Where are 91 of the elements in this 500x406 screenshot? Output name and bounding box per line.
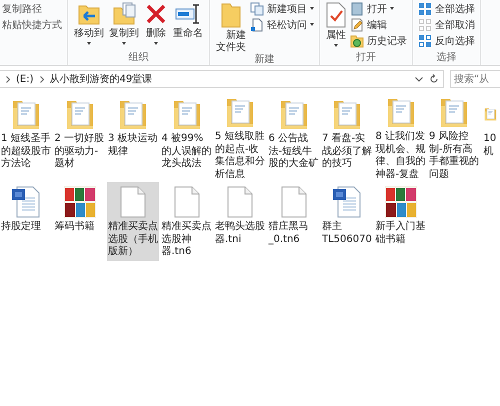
folder-icon — [221, 2, 241, 28]
ribbon-button[interactable]: 重命名 — [172, 0, 204, 40]
file-name: 5 短线取胜的起点-收集信息和分析信息 — [215, 131, 265, 178]
file-name: 7 看盘-实战必须了解的技巧 — [322, 133, 372, 170]
file-item[interactable]: 5 短线取胜的起点-收集信息和分析信息 — [214, 94, 266, 178]
ribbon-button[interactable]: 反向选择 — [418, 33, 475, 48]
book-covers-thumbnail — [64, 186, 96, 218]
word-document-icon — [332, 186, 362, 218]
file-item[interactable]: 精准买卖点选股神器.tn6 — [160, 182, 212, 260]
select-none-icon — [418, 18, 432, 32]
ribbon-button[interactable]: 打开 — [350, 1, 407, 16]
document-icon — [350, 2, 364, 16]
book-covers-thumbnail — [384, 186, 416, 218]
search-field[interactable]: 搜索“从 — [450, 70, 500, 88]
file-item[interactable]: 2 一切好股的驱动力-题材 — [54, 94, 106, 178]
file-item[interactable]: 猎庄黑马_0.tn6 — [268, 182, 320, 260]
file-item[interactable]: 7 看盘-实战必须了解的技巧 — [321, 94, 373, 178]
file-item[interactable]: 8 让我们发现机会、规律、自我的神器-复盘 — [374, 94, 426, 178]
file-name: 老鸭头选股器.tni — [215, 221, 265, 246]
pencil-icon — [350, 18, 364, 32]
file-item[interactable]: 3 板块运动规律 — [107, 94, 159, 178]
file-name: 持股定理 — [1, 221, 42, 234]
group-label: 组织 — [128, 52, 148, 64]
ribbon-button[interactable]: 复制路径 — [2, 1, 62, 16]
file-item[interactable]: 9 风险控制-所有高手都重视的问题 — [428, 94, 480, 178]
folder-icon — [118, 98, 148, 130]
file-name: 10 机 — [484, 133, 496, 158]
file-icon — [120, 186, 146, 218]
file-name: 精准买卖点选股神器.tn6 — [162, 221, 212, 258]
easy-access-icon — [250, 18, 264, 32]
chevron-icon — [6, 76, 10, 82]
delete-icon — [144, 2, 168, 26]
ribbon-button[interactable]: 复制到 — [108, 0, 140, 45]
file-item[interactable]: 精准买卖点选股（手机版新） — [107, 182, 159, 260]
select-all-icon — [418, 2, 432, 16]
folder-icon — [172, 98, 202, 130]
file-name: 1 短线圣手的超级股市方法论 — [1, 133, 51, 170]
file-name: 筹码书籍 — [54, 221, 96, 234]
folder-icon — [64, 98, 94, 130]
ribbon-button[interactable]: 编辑 — [350, 17, 407, 32]
file-item[interactable]: 1 短线圣手的超级股市方法论 — [0, 94, 52, 178]
refresh-icon[interactable] — [429, 74, 439, 84]
invert-selection-icon — [418, 34, 432, 48]
ribbon-button[interactable]: 新建文件夹 — [215, 0, 247, 54]
file-item[interactable]: 4 被99%的人误解的龙头战法 — [160, 94, 212, 178]
file-name: 9 风险控制-所有高手都重视的问题 — [429, 131, 479, 178]
ribbon-button[interactable]: 全部选择 — [418, 1, 475, 16]
dropdown-icon[interactable] — [415, 76, 423, 82]
chevron-icon — [40, 76, 44, 82]
file-name: 猎庄黑马_0.tn6 — [268, 221, 310, 246]
group-label: 选择 — [436, 52, 456, 64]
file-item[interactable]: 10 机 — [482, 94, 496, 178]
file-item[interactable]: 6 公告战法-短线牛股的大金矿 — [268, 94, 320, 178]
group-label: 新建 — [254, 54, 274, 66]
word-document-icon — [11, 186, 41, 218]
file-name: 2 一切好股的驱动力-题材 — [54, 133, 104, 170]
ribbon-button[interactable]: 粘贴快捷方式 — [2, 17, 62, 32]
folder-icon — [332, 98, 362, 130]
folder-icon — [439, 96, 469, 128]
path-segment[interactable]: 从小散到游资的49堂课 — [50, 72, 152, 86]
ribbon-button[interactable]: 移动到 — [73, 0, 105, 45]
file-icon — [280, 186, 306, 218]
rename-icon — [175, 2, 201, 26]
file-item[interactable]: 筹码书籍 — [54, 182, 106, 260]
file-name: 8 让我们发现机会、规律、自我的神器-复盘 — [376, 131, 426, 178]
file-icon — [227, 186, 253, 218]
ribbon-button[interactable]: 属性 — [325, 0, 347, 47]
file-icon — [174, 186, 200, 218]
file-name: 4 被99%的人误解的龙头战法 — [162, 133, 212, 170]
ribbon-button[interactable]: 轻松访问 — [250, 17, 314, 32]
file-item[interactable]: 老鸭头选股器.tni — [214, 182, 266, 260]
file-name: 新手入门基础书籍 — [376, 221, 426, 246]
address-bar[interactable]: (E:) 从小散到游资的49堂课 — [0, 70, 444, 88]
ribbon-button[interactable]: 删除 — [143, 0, 169, 45]
ribbon-button[interactable]: 全部取消 — [418, 17, 475, 32]
file-item[interactable]: 群主TL506070 — [321, 182, 373, 260]
folder-icon — [278, 98, 308, 130]
folder-icon — [386, 96, 416, 128]
folder-icon — [11, 98, 41, 130]
history-icon — [350, 34, 364, 48]
file-item[interactable]: 持股定理 — [0, 182, 52, 260]
file-name: 3 板块运动规律 — [108, 133, 158, 158]
file-item[interactable]: 新手入门基础书籍 — [374, 182, 426, 260]
group-label: 打开 — [356, 52, 376, 64]
ribbon-button[interactable]: 历史记录 — [350, 33, 407, 48]
path-segment[interactable]: (E:) — [16, 74, 34, 84]
ribbon-button[interactable]: 新建项目 — [250, 1, 314, 16]
file-name: 6 公告战法-短线牛股的大金矿 — [268, 133, 318, 170]
file-name: 群主TL506070 — [322, 221, 372, 246]
file-name: 精准买卖点选股（手机版新） — [108, 221, 158, 258]
folder-icon — [225, 96, 255, 128]
